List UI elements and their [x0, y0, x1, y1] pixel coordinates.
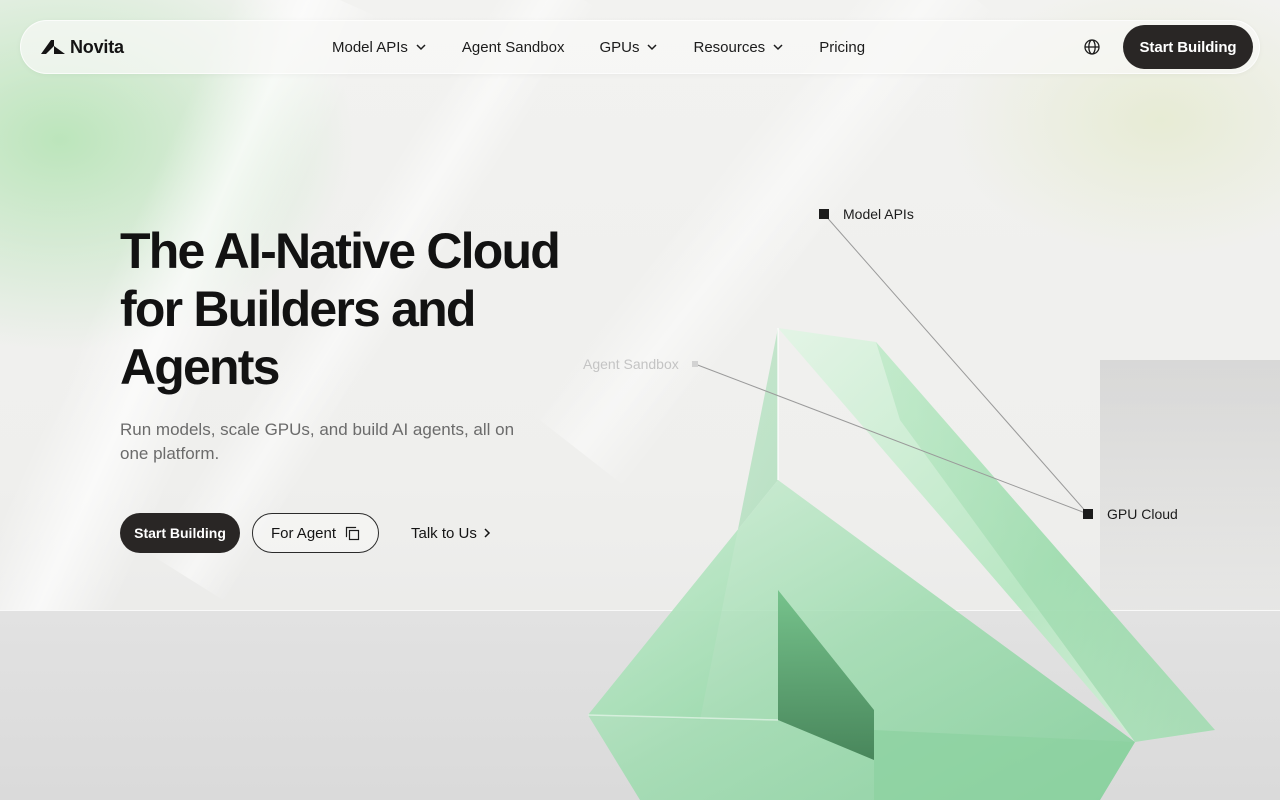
talk-to-us-label: Talk to Us — [411, 524, 477, 542]
nav-item-label: Resources — [693, 38, 766, 56]
hero-title-line: Agents — [120, 339, 280, 395]
floor-horizon — [0, 610, 1280, 611]
nav-item-pricing[interactable]: Pricing — [819, 39, 865, 56]
page: Model APIs Agent Sandbox GPU Cloud Novit… — [0, 0, 1280, 800]
chevron-down-icon — [416, 44, 426, 51]
globe-icon[interactable] — [1083, 38, 1101, 56]
nav-item-label: Pricing — [819, 38, 866, 56]
nav-item-label: GPUs — [599, 38, 640, 56]
hero-start-building-button[interactable]: Start Building — [120, 513, 240, 553]
nav-item-label: Model APIs — [332, 38, 408, 56]
top-navigation-bar: Novita Model APIs Agent Sandbox GPUs Res… — [20, 20, 1260, 74]
hero-title-line: for Builders and — [120, 281, 476, 337]
nav-item-model-apis[interactable]: Model APIs — [332, 39, 427, 56]
chevron-down-icon — [647, 44, 658, 51]
node-marker-model-apis — [819, 209, 829, 219]
node-marker-agent-sandbox — [692, 361, 698, 367]
nav-item-gpus[interactable]: GPUs — [599, 39, 658, 56]
background-shadow — [1100, 360, 1280, 610]
node-label-model-apis: Model APIs — [843, 206, 914, 222]
floor — [0, 610, 1280, 800]
nav-item-resources[interactable]: Resources — [693, 39, 784, 56]
hero-title-line: The AI-Native Cloud — [120, 223, 561, 279]
hero-subtitle: Run models, scale GPUs, and build AI age… — [120, 420, 515, 463]
brand-name: Novita — [70, 36, 124, 57]
node-label-gpu-cloud: GPU Cloud — [1107, 506, 1178, 522]
novita-logo-icon — [41, 40, 65, 54]
node-label-agent-sandbox: Agent Sandbox — [583, 356, 679, 372]
for-agent-button[interactable]: For Agent — [252, 513, 379, 553]
nav-item-label: Agent Sandbox — [461, 38, 565, 56]
brand-logo[interactable]: Novita — [41, 37, 124, 57]
for-agent-label: For Agent — [270, 524, 337, 542]
hero-title: The AI-Native Cloud for Builders and Age… — [120, 222, 590, 396]
nav-start-building-button[interactable]: Start Building — [1123, 25, 1253, 69]
node-marker-gpu-cloud — [1083, 509, 1093, 519]
chevron-down-icon — [773, 44, 783, 51]
nav-menu: Model APIs Agent Sandbox GPUs Resources … — [332, 20, 900, 74]
copy-icon — [345, 526, 360, 540]
nav-item-agent-sandbox[interactable]: Agent Sandbox — [462, 39, 565, 56]
chevron-right-icon — [484, 528, 490, 538]
talk-to-us-link[interactable]: Talk to Us — [411, 513, 492, 553]
